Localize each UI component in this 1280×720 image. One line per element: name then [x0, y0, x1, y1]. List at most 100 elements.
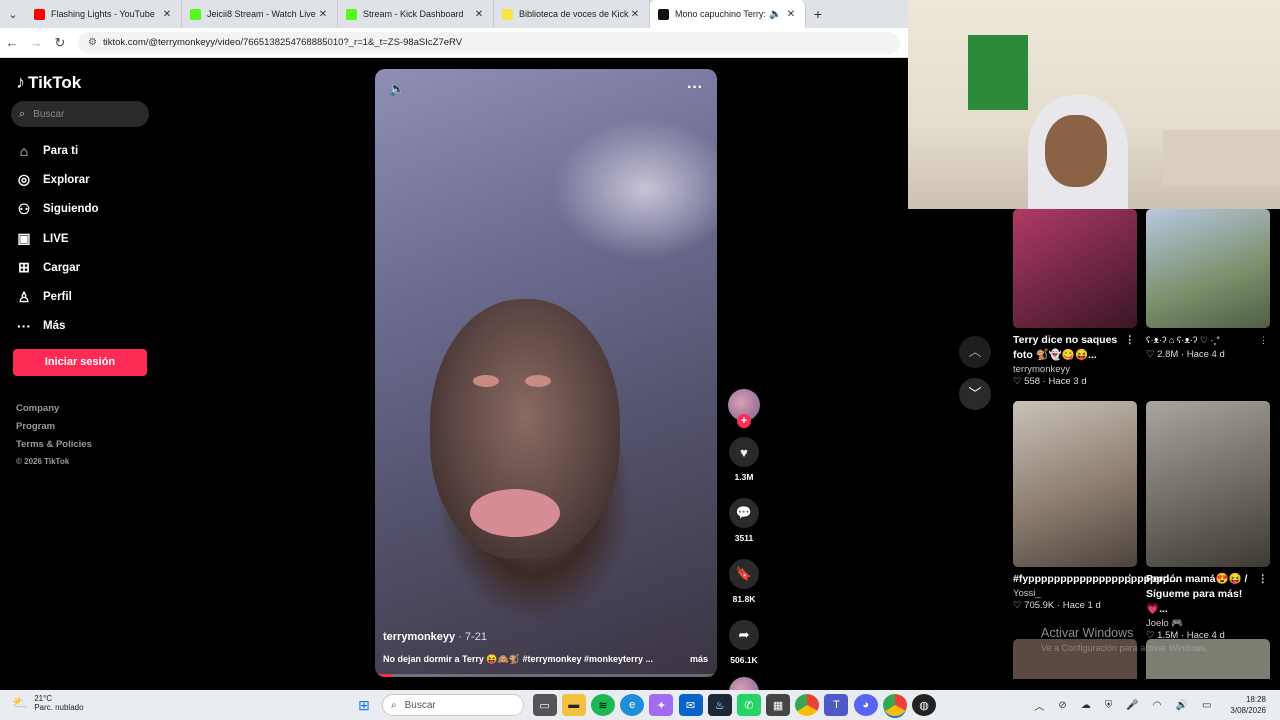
- nav-item-siguiendo[interactable]: ⚇ Siguiendo: [14, 195, 99, 224]
- video-card[interactable]: ʕ·ᴥ·ʔ ⌂ ʕ·ᴥ·ʔ ♡ ·˳° ⋮ ♡ 2.8M · Hace 4 d: [1146, 209, 1270, 360]
- forward-icon[interactable]: →: [24, 35, 48, 50]
- site-info-icon[interactable]: ⚙: [88, 37, 97, 48]
- nav-item-explorar[interactable]: ◎ Explorar: [14, 165, 99, 194]
- close-tab-icon[interactable]: ✕: [317, 9, 329, 20]
- card-menu-icon[interactable]: ⋮: [1258, 572, 1269, 587]
- store-icon[interactable]: ▦: [766, 694, 791, 716]
- card-menu-icon[interactable]: ⋮: [1125, 572, 1136, 587]
- browser-tab-active[interactable]: Mono capuchino Terry: no mc🔈✕: [650, 0, 806, 28]
- tab-search-chevron-icon[interactable]: ⌄: [0, 0, 26, 28]
- video-player[interactable]: 🔈 ··· terrymonkeyy · 7-21 No dejan dormi…: [375, 69, 717, 677]
- task-view-icon[interactable]: ▭: [532, 694, 557, 716]
- microphone-icon[interactable]: 🎤: [1126, 700, 1138, 711]
- video-more-icon[interactable]: ···: [687, 79, 703, 97]
- video-card[interactable]: Perdón mamá😍😝 / Sígueme para más!💗... ⋮ J…: [1146, 401, 1270, 641]
- login-button[interactable]: Iniciar sesión: [13, 349, 147, 376]
- nav-item-para-ti[interactable]: ⌂ Para ti: [14, 136, 99, 165]
- video-card[interactable]: Terry dice no saques foto 🐒👻😋😝... ⋮ terry…: [1013, 209, 1137, 387]
- video-card-title[interactable]: Perdón mamá😍😝 / Sígueme para más!💗... ⋮: [1146, 572, 1270, 617]
- taskbar-search[interactable]: ⌕ Buscar: [382, 694, 524, 716]
- comment-action[interactable]: 💬 3511: [726, 498, 762, 543]
- cloud-icon[interactable]: ☁: [1081, 700, 1091, 711]
- nav-item-cargar[interactable]: ⊞ Cargar: [14, 253, 99, 282]
- clock[interactable]: 18:28 3/08/2026: [1230, 694, 1266, 716]
- file-explorer-icon[interactable]: ▬: [561, 694, 586, 716]
- copilot-icon[interactable]: ✦: [649, 694, 674, 716]
- spotify-icon[interactable]: ≋: [590, 694, 615, 716]
- reload-icon[interactable]: ↻: [48, 35, 72, 51]
- video-thumbnail[interactable]: [1013, 209, 1137, 328]
- author-avatar[interactable]: +: [728, 389, 760, 428]
- battery-icon[interactable]: ▭: [1202, 700, 1211, 711]
- search-input[interactable]: ⌕ Buscar: [11, 101, 149, 127]
- save-action[interactable]: 🔖 81.8K: [726, 559, 762, 604]
- nav-menu: ⌂ Para ti ◎ Explorar ⚇ Siguiendo ▣ LIVE ⊞ Car…: [14, 136, 99, 341]
- video-card[interactable]: #fypppppppppppppppppppppp... ⋮ Yossi_ ♡ 7…: [1013, 401, 1178, 611]
- volume-icon[interactable]: 🔈: [389, 81, 405, 97]
- nav-item-live[interactable]: ▣ LIVE: [14, 224, 99, 253]
- close-tab-icon[interactable]: ✕: [629, 9, 641, 20]
- footer-link-company[interactable]: Company: [16, 403, 92, 421]
- edge-icon[interactable]: e: [620, 694, 645, 716]
- caption-more-button[interactable]: más: [690, 654, 708, 665]
- video-thumbnail[interactable]: [1146, 209, 1270, 328]
- like-action[interactable]: ♥ 1.3M: [726, 437, 762, 482]
- video-card-author[interactable]: terrymonkeyy: [1013, 364, 1137, 375]
- obs-icon[interactable]: ◍: [912, 694, 937, 716]
- close-tab-icon[interactable]: ✕: [785, 9, 797, 20]
- video-progress-fill: [375, 674, 393, 677]
- footer-link-program[interactable]: Program: [16, 421, 92, 439]
- system-tray: ︿ ⊘ ☁ ⛨ 🎤 ◠ 🔊 ▭ 18:28 3/08/2026: [1027, 694, 1266, 716]
- windows-start-icon[interactable]: ⊞: [352, 693, 376, 717]
- nav-item-mas[interactable]: ··· Más: [14, 312, 99, 341]
- discord-icon[interactable]: ◕: [853, 694, 878, 716]
- video-author[interactable]: terrymonkeyy · 7-21: [383, 631, 487, 643]
- close-tab-icon[interactable]: ✕: [161, 9, 173, 20]
- new-tab-button[interactable]: +: [806, 6, 830, 22]
- chevron-up-icon[interactable]: ︿: [1034, 698, 1044, 713]
- browser-tab[interactable]: Stream - Kick Dashboard ✕: [338, 0, 494, 28]
- nav-item-perfil[interactable]: ♙ Perfil: [14, 282, 99, 311]
- steam-icon[interactable]: ♨: [707, 694, 732, 716]
- network-off-icon[interactable]: ⊘: [1058, 700, 1066, 711]
- whatsapp-icon[interactable]: ✆: [736, 694, 761, 716]
- footer-link-terms[interactable]: Terms & Policies: [16, 439, 92, 457]
- video-frame-mouth: [470, 489, 560, 537]
- speaker-icon[interactable]: 🔈: [769, 9, 781, 20]
- weather-widget[interactable]: ⛅ 21°C Parc. nublado: [12, 694, 84, 712]
- chrome-active-icon[interactable]: [882, 694, 907, 716]
- outlook-icon[interactable]: ✉: [678, 694, 703, 716]
- video-progress-bar[interactable]: [375, 674, 717, 677]
- card-menu-icon[interactable]: ⋮: [1259, 333, 1268, 348]
- video-card-title[interactable]: #fypppppppppppppppppppppp... ⋮: [1013, 572, 1178, 587]
- video-thumbnail[interactable]: [1146, 401, 1270, 567]
- back-icon[interactable]: ←: [0, 35, 24, 50]
- share-action[interactable]: ➦ 506.1K: [726, 620, 762, 665]
- tiktok-note-icon: ♪: [16, 72, 25, 92]
- video-card-author[interactable]: Yossi_: [1013, 588, 1137, 599]
- browser-tab[interactable]: Jeicii8 Stream - Watch Live on Kick✕: [182, 0, 338, 28]
- address-bar[interactable]: ⚙ tiktok.com/@terrymonkeyy/video/7665138…: [78, 31, 900, 54]
- tiktok-logo[interactable]: ♪ TikTok: [16, 72, 81, 93]
- wifi-icon[interactable]: ◠: [1153, 700, 1162, 711]
- close-tab-icon[interactable]: ✕: [473, 9, 485, 20]
- card-menu-icon[interactable]: ⋮: [1125, 333, 1136, 348]
- teams-icon[interactable]: T: [824, 694, 849, 716]
- browser-tab[interactable]: Biblioteca de voces de KickBot✕: [494, 0, 650, 28]
- comment-icon[interactable]: 💬: [729, 498, 759, 528]
- share-icon[interactable]: ➦: [729, 620, 759, 650]
- webcam-background-flag: [968, 35, 1028, 110]
- chrome-icon[interactable]: [795, 694, 820, 716]
- speaker-icon[interactable]: 🔊: [1176, 700, 1188, 711]
- next-video-button[interactable]: ﹀: [959, 378, 991, 410]
- video-thumbnail[interactable]: [1013, 401, 1137, 567]
- browser-tab[interactable]: Flashing Lights - YouTube ✕: [26, 0, 182, 28]
- video-card-title[interactable]: ʕ·ᴥ·ʔ ⌂ ʕ·ᴥ·ʔ ♡ ·˳° ⋮: [1146, 333, 1270, 348]
- follow-plus-icon[interactable]: +: [737, 414, 751, 428]
- heart-icon[interactable]: ♥: [729, 437, 759, 467]
- video-card-author[interactable]: Joelo 🎮: [1146, 618, 1270, 629]
- bookmark-icon[interactable]: 🔖: [729, 559, 759, 589]
- video-card-title[interactable]: Terry dice no saques foto 🐒👻😋😝... ⋮: [1013, 333, 1137, 363]
- previous-video-button[interactable]: ︿: [959, 336, 991, 368]
- shield-icon[interactable]: ⛨: [1105, 700, 1113, 711]
